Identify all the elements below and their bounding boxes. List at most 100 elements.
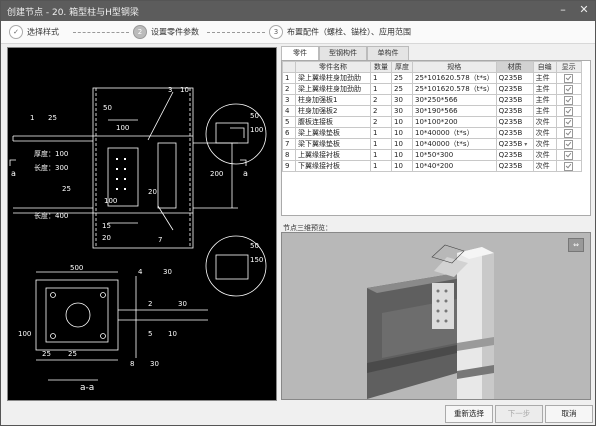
dim-20-mid: 20 [148, 188, 157, 196]
material-cell[interactable]: Q235B [495, 149, 534, 161]
spec-cell[interactable]: 10*40000（t*s） [412, 127, 497, 139]
show-checkbox[interactable] [564, 106, 574, 116]
part-name-cell[interactable]: 上翼缘接衬板 [295, 149, 371, 161]
dim-100-detail: 100 [250, 126, 263, 134]
type-cell[interactable]: 主件 [532, 94, 557, 106]
next-button[interactable]: 下一步 [495, 405, 543, 423]
part-name-cell[interactable]: 柱身加强板1 [295, 94, 371, 106]
thickness-cell[interactable]: 10 [391, 149, 413, 161]
qty-cell[interactable]: 1 [370, 72, 392, 84]
show-checkbox[interactable] [564, 139, 574, 149]
dim-50-detail2: 50 [250, 242, 259, 250]
thickness-cell[interactable]: 30 [391, 94, 413, 106]
qty-cell[interactable]: 1 [370, 160, 392, 172]
show-checkbox[interactable] [564, 73, 574, 83]
header-qty[interactable]: 数量 [370, 61, 392, 73]
type-cell[interactable]: 主件 [532, 83, 557, 95]
preview-3d-viewport[interactable]: ⇔ [281, 232, 591, 400]
material-cell[interactable]: Q235B [495, 116, 534, 128]
table-row[interactable]: 6 梁上翼缘垫板 1 10 10*40000（t*s） Q235B 次件 [282, 127, 582, 139]
tab-parts[interactable]: 零件 [281, 46, 319, 60]
show-checkbox[interactable] [564, 84, 574, 94]
part-name-cell[interactable]: 梁上翼缘柱身加劲肋 [295, 83, 371, 95]
type-cell[interactable]: 主件 [532, 105, 557, 117]
type-cell[interactable]: 次件 [532, 116, 557, 128]
show-checkbox[interactable] [564, 161, 574, 171]
material-cell[interactable]: Q235B [495, 127, 534, 139]
tab-profile-members[interactable]: 型钢构件 [319, 46, 367, 60]
material-cell[interactable]: Q235B ▾ [495, 138, 534, 150]
header-spec[interactable]: 规格 [412, 61, 497, 73]
part-name-cell[interactable]: 梁上翼缘柱身加劲肋 [295, 72, 371, 84]
spec-cell[interactable]: 10*40000（t*s） [412, 138, 497, 150]
dropdown-arrow-icon[interactable]: ▾ [522, 141, 527, 148]
table-row[interactable]: 9 下翼缘接衬板 1 10 10*40*200 Q235B 次件 [282, 160, 582, 172]
header-thickness[interactable]: 厚度 [391, 61, 413, 73]
spec-cell[interactable]: 25*101620.578（t*s） [412, 83, 497, 95]
table-row[interactable]: 5 腹板连接板 2 10 10*100*200 Q235B 次件 [282, 116, 582, 128]
row-index: 2 [282, 83, 296, 95]
tab-single-member[interactable]: 单构件 [367, 46, 409, 60]
reselect-button[interactable]: 重新选择 [445, 405, 493, 423]
table-row[interactable]: 3 柱身加强板1 2 30 30*250*566 Q235B 主件 [282, 94, 582, 106]
header-name[interactable]: 零件名称 [295, 61, 371, 73]
header-type[interactable]: 自编 [532, 61, 557, 73]
type-cell[interactable]: 次件 [532, 138, 557, 150]
qty-cell[interactable]: 2 [370, 116, 392, 128]
part-name-cell[interactable]: 下翼缘接衬板 [295, 160, 371, 172]
material-cell[interactable]: Q235B [495, 72, 534, 84]
show-cell [555, 94, 582, 106]
table-row[interactable]: 4 柱身加强板2 2 30 30*190*566 Q235B 主件 [282, 105, 582, 117]
spec-cell[interactable]: 10*50*300 [412, 149, 497, 161]
thickness-cell[interactable]: 10 [391, 127, 413, 139]
thickness-cell[interactable]: 10 [391, 138, 413, 150]
show-checkbox[interactable] [564, 117, 574, 127]
table-row[interactable]: 2 梁上翼缘柱身加劲肋 1 25 25*101620.578（t*s） Q235B 主件 [282, 83, 582, 95]
spec-cell[interactable]: 10*40*200 [412, 160, 497, 172]
thickness-cell[interactable]: 10 [391, 116, 413, 128]
qty-cell[interactable]: 2 [370, 94, 392, 106]
table-row[interactable]: 8 上翼缘接衬板 1 10 10*50*300 Q235B 次件 [282, 149, 582, 161]
thickness-cell[interactable]: 30 [391, 105, 413, 117]
close-button[interactable]: ✕ [577, 3, 591, 17]
show-checkbox[interactable] [564, 95, 574, 105]
row-index: 8 [282, 149, 296, 161]
header-material[interactable]: 材质 [495, 61, 534, 73]
material-cell[interactable]: Q235B [495, 160, 534, 172]
material-cell[interactable]: Q235B [495, 105, 534, 117]
spec-cell[interactable]: 10*100*200 [412, 116, 497, 128]
qty-cell[interactable]: 1 [370, 127, 392, 139]
qty-cell[interactable]: 2 [370, 105, 392, 117]
view-mode-icon[interactable]: ⇔ [568, 238, 584, 252]
table-row[interactable]: 7 梁下翼缘垫板 1 10 10*40000（t*s） Q235B ▾ 次件 [282, 138, 582, 150]
cancel-button[interactable]: 取消 [545, 405, 593, 423]
qty-cell[interactable]: 1 [370, 83, 392, 95]
thickness-cell[interactable]: 10 [391, 160, 413, 172]
row-index: 4 [282, 105, 296, 117]
show-cell [555, 83, 582, 95]
part-name-cell[interactable]: 梁下翼缘垫板 [295, 138, 371, 150]
table-row[interactable]: 1 梁上翼缘柱身加劲肋 1 25 25*101620.578（t*s） Q235B 主件 [282, 72, 582, 84]
show-cell [555, 127, 582, 139]
minimize-button[interactable]: – [556, 3, 570, 17]
spec-cell[interactable]: 30*250*566 [412, 94, 497, 106]
part-name-cell[interactable]: 腹板连接板 [295, 116, 371, 128]
spec-cell[interactable]: 25*101620.578（t*s） [412, 72, 497, 84]
spec-cell[interactable]: 30*190*566 [412, 105, 497, 117]
material-cell[interactable]: Q235B [495, 83, 534, 95]
header-show[interactable]: 显示 [555, 61, 582, 73]
thickness-cell[interactable]: 25 [391, 83, 413, 95]
show-checkbox[interactable] [564, 150, 574, 160]
type-cell[interactable]: 次件 [532, 149, 557, 161]
type-cell[interactable]: 主件 [532, 72, 557, 84]
type-cell[interactable]: 次件 [532, 127, 557, 139]
type-cell[interactable]: 次件 [532, 160, 557, 172]
show-checkbox[interactable] [564, 128, 574, 138]
part-name-cell[interactable]: 柱身加强板2 [295, 105, 371, 117]
thickness-cell[interactable]: 25 [391, 72, 413, 84]
qty-cell[interactable]: 1 [370, 138, 392, 150]
callout-1: 1 [30, 114, 34, 122]
part-name-cell[interactable]: 梁上翼缘垫板 [295, 127, 371, 139]
qty-cell[interactable]: 1 [370, 149, 392, 161]
material-cell[interactable]: Q235B [495, 94, 534, 106]
